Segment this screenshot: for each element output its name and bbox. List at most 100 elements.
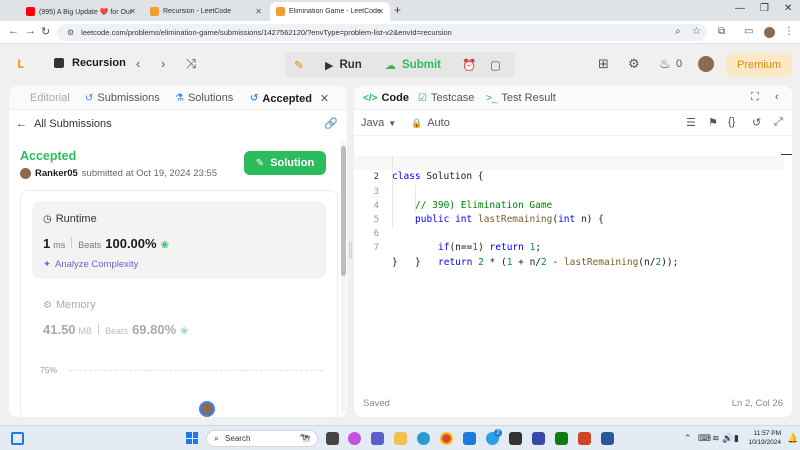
windows-start-icon[interactable]	[186, 432, 198, 444]
edit-icon: ✎	[255, 157, 265, 169]
fullscreen-icon[interactable]: ⤢	[774, 116, 783, 129]
next-problem-icon[interactable]: ›	[161, 56, 165, 71]
new-tab-icon[interactable]: +	[394, 3, 401, 17]
url-bar[interactable]: ⚙ leetcode.com/problems/elimination-game…	[57, 24, 707, 41]
tray-chevron-icon[interactable]: ⌃	[684, 433, 692, 444]
prev-problem-icon[interactable]: ‹	[136, 56, 140, 71]
file-explorer-icon[interactable]	[394, 432, 407, 445]
chart-user-avatar[interactable]	[199, 401, 215, 417]
panel-resize-handle[interactable]	[349, 241, 352, 259]
save-status: Saved	[363, 398, 390, 409]
widgets-icon[interactable]	[11, 432, 24, 445]
site-info-icon[interactable]: ⚙	[67, 28, 74, 37]
browser-tab-recursion[interactable]: Recursion - LeetCode ✕	[144, 2, 268, 21]
scrollbar-thumb[interactable]	[341, 146, 346, 276]
checkbox-icon: ☑	[418, 92, 427, 104]
powerpoint-icon[interactable]	[578, 432, 591, 445]
settings-gear-icon[interactable]: ⚙	[628, 56, 640, 72]
problem-list-button[interactable]: Recursion	[54, 57, 126, 69]
run-submit-bar: ✎ ▶ Run ☁ Submit ⏰ ▢	[285, 52, 515, 78]
code-line-current: 2 // 390) Elimination Game	[354, 156, 784, 211]
volume-icon[interactable]: 🔊	[722, 433, 733, 444]
close-icon[interactable]: ✕	[377, 7, 384, 16]
share-link-icon[interactable]: 🔗	[324, 117, 338, 130]
youtube-icon	[26, 7, 35, 16]
streak-fire-icon[interactable]: ♨	[659, 56, 671, 72]
runtime-title: ◷ Runtime	[43, 213, 97, 225]
zoom-icon[interactable]: ⌕	[675, 26, 681, 37]
memory-section[interactable]: ⚙ Memory 41.50 MB Beats 69.80% ❀	[32, 287, 326, 347]
all-submissions-link[interactable]: ← All Submissions	[16, 118, 112, 130]
code-editor[interactable]: 1 class Solution { 2 // 390) Elimination…	[354, 142, 784, 268]
premium-button[interactable]: Premium	[726, 53, 792, 77]
chrome-icon[interactable]	[440, 432, 453, 445]
format-lines-icon[interactable]: ☰	[686, 116, 696, 129]
debug-icon[interactable]: ✎	[294, 56, 304, 74]
copilot-icon[interactable]	[348, 432, 361, 445]
username-link[interactable]: Ranker05	[35, 168, 78, 179]
browser-tab-elimination[interactable]: Elimination Game - LeetCode ✕	[270, 2, 390, 21]
tab-accepted[interactable]: ↺ Accepted ✕	[250, 92, 329, 106]
timer-icon[interactable]: ⏰	[462, 56, 476, 74]
menu-dots-icon[interactable]: ⋮	[784, 26, 794, 37]
shuffle-icon[interactable]: ⤨	[186, 56, 196, 72]
analyze-complexity-link[interactable]: ✦ Analyze Complexity	[43, 259, 138, 270]
close-window-icon[interactable]: ✕	[784, 3, 792, 14]
vpn-app-icon[interactable]	[532, 432, 545, 445]
post-solution-button[interactable]: ✎ Solution	[244, 151, 326, 175]
tab-testcase[interactable]: ☑ Testcase	[418, 92, 474, 104]
braces-icon[interactable]: {}	[728, 116, 735, 128]
taskbar-clock[interactable]: 11:57 PM 10/19/2024	[745, 429, 781, 447]
collapse-chevron-icon[interactable]: ‹	[775, 91, 779, 103]
teams-icon[interactable]	[371, 432, 384, 445]
bookmark-star-icon[interactable]: ☆	[692, 26, 701, 37]
word-icon[interactable]	[601, 432, 614, 445]
xbox-icon[interactable]	[555, 432, 568, 445]
tab-submissions[interactable]: ↺ Submissions	[85, 92, 160, 104]
notification-bell-icon[interactable]: 🔔	[787, 433, 798, 444]
code-panel: </> Code ☑ Testcase >_ Test Result ⛶ ‹ J…	[354, 86, 792, 417]
language-select[interactable]: Java ▼	[361, 117, 396, 129]
run-button[interactable]: ▶ Run	[325, 56, 362, 74]
bookmark-icon[interactable]: ⚑	[708, 116, 718, 129]
input-icon[interactable]: ⌨	[698, 433, 711, 444]
task-view-icon[interactable]	[326, 432, 339, 445]
notes-icon[interactable]: ▢	[490, 56, 501, 74]
left-scrollbar[interactable]	[341, 142, 346, 412]
submission-status: Accepted	[20, 149, 77, 163]
battery-icon[interactable]: ▮	[734, 433, 739, 444]
minimize-icon[interactable]: —	[735, 3, 745, 14]
close-icon[interactable]: ✕	[129, 7, 136, 16]
restore-icon[interactable]: ❐	[760, 3, 769, 14]
close-tab-icon[interactable]: ✕	[320, 92, 329, 105]
auto-mode-toggle[interactable]: 🔒 Auto	[411, 117, 450, 129]
submitted-time: submitted at Oct 19, 2024 23:55	[81, 168, 217, 179]
leetcode-logo-icon[interactable]: ʟ	[17, 55, 24, 73]
memory-value: 41.50 MB Beats 69.80% ❀	[43, 322, 189, 337]
tab-solutions[interactable]: ⚗ Solutions	[175, 92, 233, 104]
tab-editorial[interactable]: Editorial	[30, 92, 70, 104]
store-icon[interactable]	[463, 432, 476, 445]
profile-avatar[interactable]	[764, 27, 775, 38]
tab-code[interactable]: </> Code	[363, 92, 409, 104]
memory-title: ⚙ Memory	[43, 299, 96, 311]
forward-icon[interactable]: →	[25, 25, 36, 37]
reload-icon[interactable]: ↻	[41, 25, 50, 38]
extensions-icon[interactable]: ⧉	[718, 26, 725, 37]
submit-button[interactable]: ☁ Submit	[385, 56, 441, 74]
taskbar-search[interactable]: ⌕ Search 🐄	[206, 430, 318, 447]
back-icon[interactable]: ←	[8, 25, 19, 37]
maximize-icon[interactable]: ⛶	[751, 91, 759, 104]
sidebar-icon[interactable]: ▭	[744, 26, 753, 37]
browser-tab-youtube[interactable]: (995) A Big Update ❤️ for Our ✕	[20, 2, 142, 21]
user-avatar[interactable]	[698, 56, 714, 72]
edge-icon[interactable]	[417, 432, 430, 445]
reset-code-icon[interactable]: ↺	[752, 116, 761, 129]
close-icon[interactable]: ✕	[255, 7, 262, 16]
wifi-icon[interactable]: ≋	[712, 433, 720, 444]
runtime-section[interactable]: ◷ Runtime 1 ms Beats 100.00% ❀ ✦ Analyze…	[32, 201, 326, 279]
terminal-app-icon[interactable]	[509, 432, 522, 445]
layout-icon[interactable]: ⊞	[598, 56, 609, 72]
address-toolbar: ← → ↻ ⚙ leetcode.com/problems/eliminatio…	[0, 21, 800, 44]
tab-test-result[interactable]: >_ Test Result	[486, 92, 556, 104]
